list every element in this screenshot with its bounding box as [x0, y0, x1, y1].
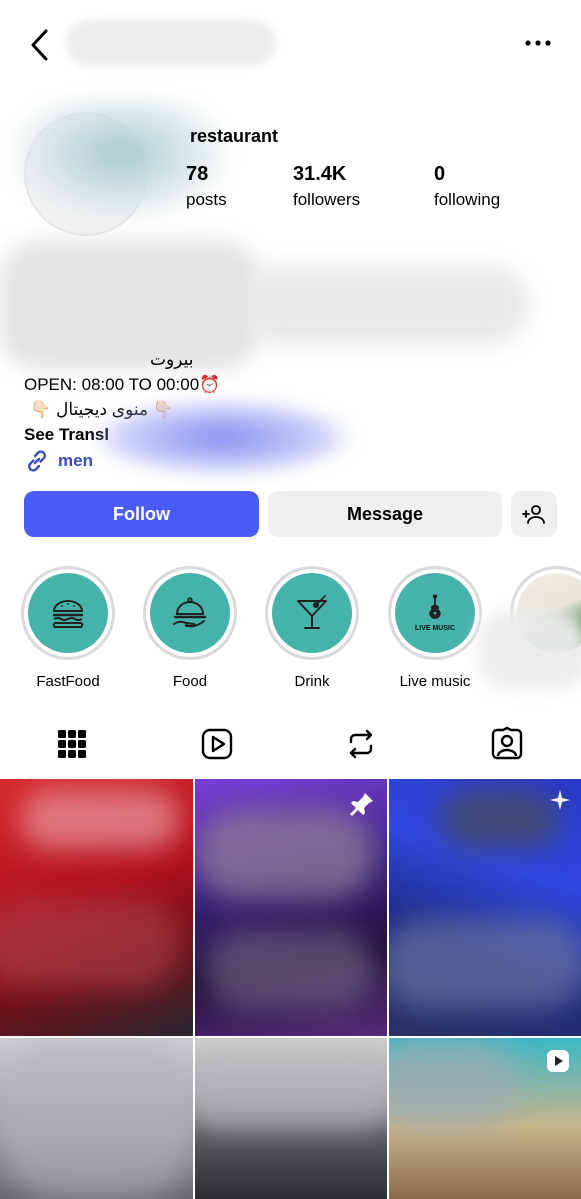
reel-icon [545, 1048, 571, 1074]
cocktail-icon [297, 595, 327, 629]
stat-following[interactable]: 0 following [434, 163, 500, 210]
profile-display-name: restaurant [190, 126, 279, 146]
highlight-ring [21, 566, 115, 660]
highlight-ring: LIVE MUSIC [388, 566, 482, 660]
stat-followers-label: followers [293, 190, 361, 209]
highlight-live-music[interactable]: LIVE MUSIC Live music [388, 566, 482, 690]
post-thumbnail[interactable] [195, 1038, 387, 1199]
post-thumbnail[interactable] [0, 779, 193, 1036]
redaction-smudge [478, 610, 581, 690]
post-thumbnail[interactable] [389, 1038, 581, 1199]
add-user-icon [522, 505, 545, 524]
repost-icon [349, 729, 373, 759]
chevron-left-icon [31, 29, 48, 61]
highlight-cover [272, 573, 352, 653]
highlight-cover [28, 573, 108, 653]
message-button[interactable]: Message [268, 491, 502, 537]
highlight-cover: LIVE MUSIC [395, 573, 475, 653]
bio-location-line: بيروت [150, 350, 194, 369]
redaction-smudge [0, 240, 260, 370]
stat-followers-value: 31.4K [293, 163, 347, 185]
bio-link-text: men [58, 451, 93, 470]
tab-tagged[interactable] [489, 726, 525, 762]
highlight-ring [143, 566, 237, 660]
bio-link[interactable]: men [24, 448, 93, 474]
suggested-users-button[interactable] [511, 491, 557, 537]
post-thumbnail[interactable] [389, 779, 581, 1036]
highlight-label: FastFood [36, 673, 100, 690]
stat-posts-value: 78 [186, 163, 209, 185]
more-horizontal-icon [525, 40, 551, 46]
tagged-icon [491, 726, 523, 760]
highlight-label: Drink [294, 673, 330, 690]
highlight-drink[interactable]: Drink [265, 566, 359, 690]
follow-button[interactable]: Follow [24, 491, 259, 537]
sparkle-icon [549, 789, 571, 811]
stat-following-label: following [434, 190, 501, 209]
grid-icon [58, 730, 86, 758]
redaction-smudge [95, 400, 350, 475]
burger-icon [52, 600, 84, 629]
pin-icon [349, 791, 375, 817]
profile-tabs [0, 716, 581, 776]
highlight-label: Live music [399, 673, 471, 690]
posts-grid [0, 779, 581, 1199]
highlight-fastfood[interactable]: FastFood [21, 566, 115, 690]
bio-opening-hours: OPEN: 08:00 TO 00:00⏰ [24, 375, 221, 394]
link-icon [28, 450, 46, 472]
top-bar [0, 0, 581, 95]
tab-grid[interactable] [54, 726, 90, 762]
tab-reels[interactable] [199, 726, 235, 762]
guitar-icon [429, 594, 441, 619]
post-thumbnail[interactable] [0, 1038, 193, 1199]
stat-posts-label: posts [186, 190, 227, 209]
tab-reposts[interactable] [343, 726, 379, 762]
highlight-food[interactable]: Food [143, 566, 237, 690]
redaction-smudge [240, 265, 530, 345]
back-button[interactable] [26, 28, 56, 62]
live-music-badge: LIVE MUSIC [414, 625, 456, 632]
stat-followers[interactable]: 31.4K followers [293, 163, 360, 210]
cloche-icon [173, 597, 207, 628]
highlight-cover [150, 573, 230, 653]
highlight-label: Food [172, 673, 208, 690]
stat-posts[interactable]: 78 posts [186, 163, 227, 210]
reels-icon [201, 728, 233, 760]
username-redacted [66, 20, 276, 66]
stat-following-value: 0 [434, 163, 446, 185]
highlight-ring [265, 566, 359, 660]
more-options-button[interactable] [525, 36, 551, 50]
post-thumbnail[interactable] [195, 779, 387, 1036]
